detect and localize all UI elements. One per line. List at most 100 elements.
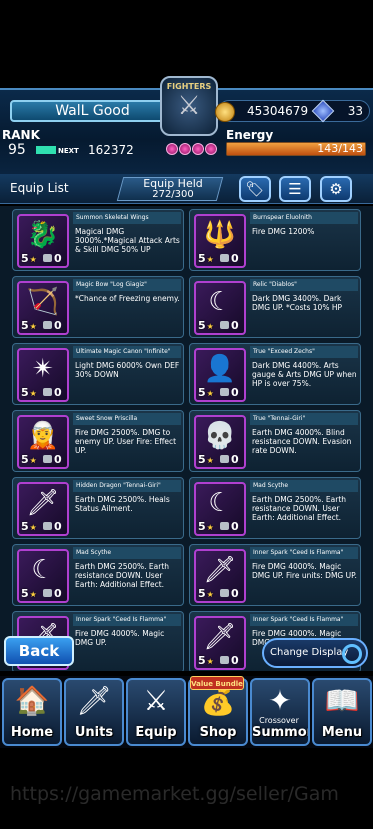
rarity-stars: 5 xyxy=(21,587,37,600)
orb-icon xyxy=(205,143,217,155)
player-header: WalL Good FIGHTERS ⚔ 45304679 33 RANK 95… xyxy=(0,76,373,174)
character-icon: 🧝 xyxy=(26,421,60,451)
equipment-card[interactable]: 👤 50 True "Exceed Zechs" Dark DMG 4400%. Ar… xyxy=(189,343,361,405)
house-icon: 🏠 xyxy=(14,684,50,717)
equipment-card[interactable]: ✴ 50 Ultimate Magic Canon "Infinite" Light … xyxy=(12,343,184,405)
slot-count: 0 xyxy=(43,587,62,600)
slot-count: 0 xyxy=(43,453,62,466)
slot-count: 0 xyxy=(220,319,239,332)
equip-held-value: 272/300 xyxy=(152,189,194,200)
equipment-description: Fire DMG 4000%. Magic DMG UP. xyxy=(75,629,165,647)
exp-bar xyxy=(36,146,56,154)
sort-button[interactable]: ☰ xyxy=(279,176,311,202)
sword-icon: 🗡 xyxy=(203,622,237,652)
slot-count: 0 xyxy=(43,520,62,533)
rarity-stars: 5 xyxy=(21,386,37,399)
next-exp-value: 162372 xyxy=(88,143,134,157)
rarity-stars: 5 xyxy=(198,587,214,600)
slot-count: 0 xyxy=(220,453,239,466)
sort-icon: ☰ xyxy=(288,180,302,198)
tag-filter-button[interactable]: 🏷 xyxy=(239,176,271,202)
game-logo: FIGHTERS ⚔ xyxy=(160,76,218,136)
nav-summon[interactable]: ✦ Summon xyxy=(250,678,310,746)
rarity-stars: 5 xyxy=(21,520,37,533)
slot-count: 0 xyxy=(220,654,239,667)
change-display-button[interactable]: Change Display xyxy=(262,638,368,668)
equipment-name: True "Exceed Zechs" xyxy=(250,346,358,358)
equipment-thumbnail: 🗡 50 xyxy=(194,549,246,603)
equip-list-title: Equip List xyxy=(10,181,69,195)
rarity-stars: 5 xyxy=(198,453,214,466)
equipment-card[interactable]: ☾ 50 Mad Scythe Earth DMG 2500%. Earth resi… xyxy=(189,477,361,539)
equipment-grid: 🐉50Summon Skeletal WingsMagical DMG 3000… xyxy=(0,206,373,671)
rarity-stars: 5 xyxy=(21,252,37,265)
equipment-description: Earth DMG 4000%. Blind resistance DOWN. … xyxy=(252,428,352,455)
rarity-stars: 5 xyxy=(21,453,37,466)
slot-count: 0 xyxy=(220,252,239,265)
equipment-name: Ultimate Magic Canon "Infinite" xyxy=(73,346,181,358)
summon-icon: 👤 xyxy=(203,354,237,384)
back-button[interactable]: Back xyxy=(4,636,74,666)
equipment-card[interactable]: ☾ 50 Mad Scythe Earth DMG 2500%. Earth resi… xyxy=(12,544,184,606)
change-display-label: Change Display xyxy=(270,647,349,658)
settings-button[interactable]: ⚙ xyxy=(320,176,352,202)
cannon-icon: ✴ xyxy=(32,354,54,384)
equipment-card[interactable]: 🔱 50 Burnspear Eluolnith Fire DMG 1200% xyxy=(189,209,361,271)
rarity-stars: 5 xyxy=(198,520,214,533)
scythe-icon: ☾ xyxy=(208,488,232,518)
nav-summon-label: Summon xyxy=(252,725,310,740)
orb-icon xyxy=(192,143,204,155)
slot-count: 0 xyxy=(43,319,62,332)
player-name[interactable]: WalL Good xyxy=(10,100,175,122)
value-bundle-badge: Value Bundle xyxy=(190,676,244,690)
equipment-thumbnail: ☾ 50 xyxy=(194,482,246,536)
equipment-name: Inner Spark "Ceed Is Flamma" xyxy=(250,547,358,559)
rarity-stars: 5 xyxy=(198,252,214,265)
rank-value: 95 xyxy=(8,142,26,158)
energy-bar: 143/143 xyxy=(226,142,366,156)
rarity-stars: 5 xyxy=(21,319,37,332)
rarity-stars: 5 xyxy=(198,654,214,667)
nav-shop-label: Shop xyxy=(199,725,237,740)
equipment-name: Summon Skeletal Wings xyxy=(73,212,181,224)
slot-count: 0 xyxy=(220,520,239,533)
equipment-card[interactable]: 🗡 50 Inner Spark "Ceed Is Flamma" Fire DMG … xyxy=(189,544,361,606)
blade-icon: 🗡 xyxy=(26,488,60,518)
equipment-description: Earth DMG 2500%. Heals Status Ailment. xyxy=(75,495,170,513)
equipment-card[interactable]: 🐉 50 Summon Skeletal Wings Magical DMG 3000… xyxy=(12,209,184,271)
equipment-name: Relic "Diablos" xyxy=(250,279,358,291)
equipment-card[interactable]: 💀 50 True "Tennai-Giri" Earth DMG 4000%. Bl… xyxy=(189,410,361,472)
nav-units[interactable]: 🗡 Units xyxy=(64,678,124,746)
equipment-description: Fire DMG 4000%. Magic DMG UP. Fire units… xyxy=(252,562,357,580)
summon-character-icon: ✦ xyxy=(268,684,292,717)
equipment-card[interactable]: 🗡 50 Hidden Dragon "Tennai-Giri" Earth DMG … xyxy=(12,477,184,539)
warrior-icon: 🗡 xyxy=(76,684,112,717)
nav-menu[interactable]: 📖 Menu xyxy=(312,678,372,746)
nav-units-label: Units xyxy=(74,725,114,740)
equipment-thumbnail: ☾ 50 xyxy=(17,549,69,603)
summon-orbs xyxy=(166,140,218,158)
equipment-name: Inner Spark "Ceed Is Flamma" xyxy=(250,614,358,626)
equipment-description: Fire DMG 1200% xyxy=(252,227,315,236)
gem-amount: 33 xyxy=(347,104,363,118)
nav-equip[interactable]: ⚔ Equip xyxy=(126,678,186,746)
equipment-description: Earth DMG 2500%. Earth resistance DOWN. … xyxy=(252,495,347,522)
equipment-card[interactable]: 🏹 50 Magic Bow "Log Giagiz" *Chance of Free… xyxy=(12,276,184,338)
equipment-card[interactable]: ☾ 50 Relic "Diablos" Dark DMG 3400%. Dark D… xyxy=(189,276,361,338)
equipment-description: Dark DMG 3400%. Dark DMG UP. *Costs 10% … xyxy=(252,294,342,312)
equipment-name: Magic Bow "Log Giagiz" xyxy=(73,279,181,291)
energy-value: 143/143 xyxy=(317,142,363,155)
slot-count: 0 xyxy=(43,252,62,265)
equipment-thumbnail: 💀 50 xyxy=(194,415,246,469)
scythe-icon: ☾ xyxy=(208,287,232,317)
nav-home[interactable]: 🏠 Home xyxy=(2,678,62,746)
equipment-card[interactable]: 🧝 50 Sweet Snow Priscilla Fire DMG 2500%. D… xyxy=(12,410,184,472)
energy-label: Energy xyxy=(226,128,274,142)
tag-icon: 🏷 xyxy=(245,180,265,198)
crossover-badge: Crossover xyxy=(259,716,299,725)
equipment-name: Burnspear Eluolnith xyxy=(250,212,358,224)
orb-icon xyxy=(166,143,178,155)
equipment-description: Earth DMG 2500%. Earth resistance DOWN. … xyxy=(75,562,170,589)
book-icon: 📖 xyxy=(324,684,360,717)
equipment-name: Mad Scythe xyxy=(73,547,181,559)
